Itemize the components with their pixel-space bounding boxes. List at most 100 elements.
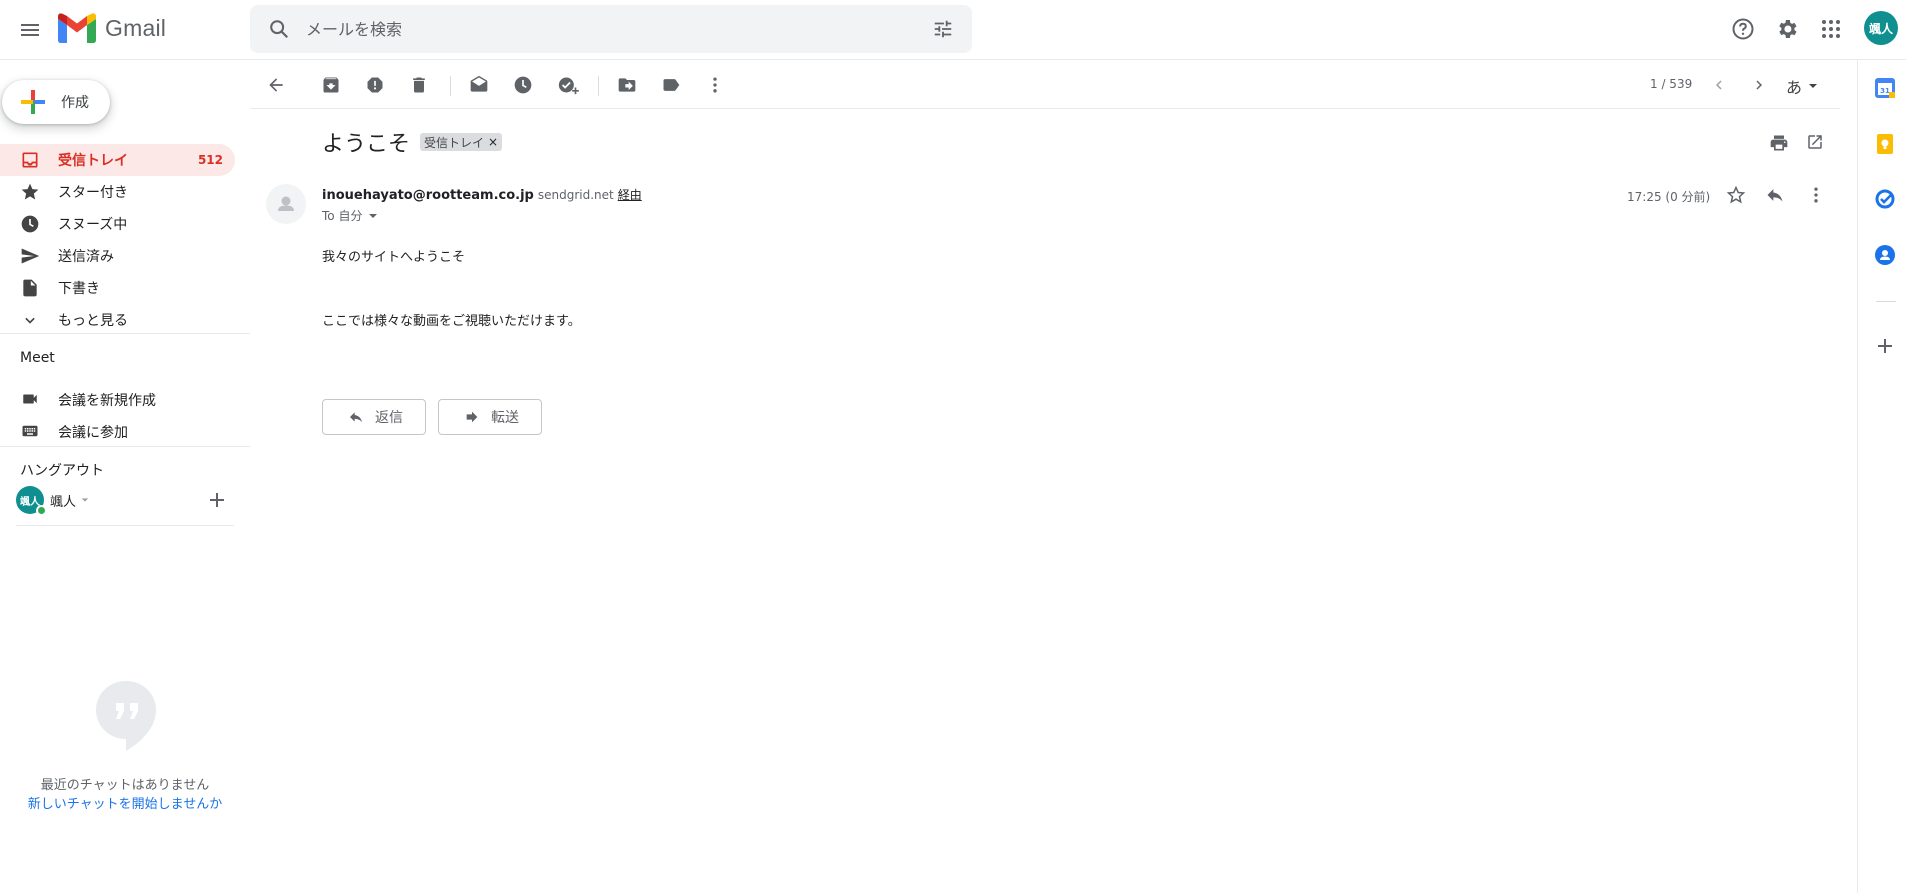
tasks-icon[interactable] — [1875, 189, 1895, 209]
sidebar-divider — [0, 333, 250, 334]
compose-plus-icon — [21, 90, 45, 114]
draft-icon — [20, 278, 40, 298]
recipient-details[interactable]: To 自分 — [322, 207, 378, 224]
forward-button[interactable]: 転送 — [438, 399, 542, 435]
open-new-window-icon[interactable] — [1806, 133, 1824, 151]
remove-label-icon[interactable]: × — [488, 135, 498, 149]
more-vert-icon[interactable] — [705, 75, 725, 95]
search-icon[interactable] — [268, 18, 290, 40]
online-status-dot — [36, 505, 47, 516]
new-meeting-label: 会議を新規作成 — [58, 393, 156, 409]
reply-button[interactable]: 返信 — [322, 399, 426, 435]
sidebar-item-snoozed[interactable]: スヌーズ中 — [0, 208, 235, 240]
mark-unread-icon[interactable] — [469, 75, 489, 95]
via-link[interactable]: 経由 — [618, 186, 642, 203]
contacts-icon[interactable] — [1875, 245, 1895, 265]
archive-icon[interactable] — [321, 75, 341, 95]
join-meeting-item[interactable]: 会議に参加 — [0, 415, 235, 447]
search-input[interactable] — [306, 13, 866, 45]
sidebar-item-drafts[interactable]: 下書き — [0, 272, 235, 304]
inbox-icon — [20, 150, 40, 170]
newer-chevron-left-icon[interactable] — [1710, 76, 1728, 94]
sender-line: inouehayato@rootteam.co.jp sendgrid.net … — [322, 186, 642, 203]
sidebar-item-label: 受信トレイ — [58, 153, 128, 169]
video-camera-icon — [20, 390, 40, 408]
sidebar-item-label: 下書き — [58, 281, 100, 297]
reply-arrow-icon[interactable] — [1765, 185, 1785, 205]
top-header: Gmail 颯人 — [0, 0, 1906, 60]
input-tools-button[interactable]: あ — [1786, 74, 1818, 98]
unread-count: 512 — [197, 153, 223, 167]
compose-label: 作成 — [61, 95, 89, 111]
search-bar[interactable] — [250, 5, 972, 53]
toolbar-divider — [450, 76, 451, 96]
toolbar-divider — [598, 76, 599, 96]
new-meeting-item[interactable]: 会議を新規作成 — [0, 383, 235, 415]
snooze-clock-icon[interactable] — [513, 75, 533, 95]
hangouts-section-title: ハングアウト — [20, 463, 104, 479]
message-toolbar: 1 / 539 あ — [250, 60, 1840, 109]
gmail-logo[interactable]: Gmail — [58, 13, 166, 43]
gmail-app: Gmail 颯人 作成 — [0, 0, 1906, 893]
hangouts-avatar-text: 颯人 — [20, 496, 40, 508]
add-chat-plus-icon[interactable] — [209, 492, 225, 508]
sidebar-item-label: 送信済み — [58, 249, 114, 265]
side-panel: 31 — [1857, 60, 1906, 893]
help-icon[interactable] — [1731, 17, 1755, 41]
sidebar-divider — [16, 525, 234, 526]
get-addons-plus-icon[interactable] — [1877, 338, 1893, 354]
keyboard-icon — [20, 422, 40, 440]
keep-notes-icon[interactable] — [1875, 134, 1895, 154]
print-icon[interactable] — [1769, 133, 1789, 153]
gmail-m-icon — [58, 13, 96, 43]
add-to-tasks-icon[interactable] — [557, 75, 579, 95]
side-panel-divider — [1876, 301, 1896, 302]
inbox-label-chip: 受信トレイ × — [420, 133, 503, 151]
svg-text:31: 31 — [1880, 87, 1890, 95]
sidebar-item-sent[interactable]: 送信済み — [0, 240, 235, 272]
move-to-folder-icon[interactable] — [617, 75, 637, 95]
sidebar-item-label: スター付き — [58, 185, 128, 201]
sidebar-item-starred[interactable]: スター付き — [0, 176, 235, 208]
forward-button-label: 転送 — [491, 410, 519, 426]
main-menu-icon[interactable] — [18, 18, 42, 42]
delete-trash-icon[interactable] — [409, 75, 429, 95]
reply-icon — [350, 412, 362, 423]
chat-bubble-icon — [95, 680, 157, 752]
no-recent-chats-text: 最近のチャットはありません — [40, 778, 210, 793]
star-outline-icon[interactable] — [1726, 185, 1746, 205]
calendar-icon[interactable]: 31 — [1875, 78, 1895, 98]
compose-button[interactable]: 作成 — [2, 80, 110, 124]
report-spam-icon[interactable] — [365, 75, 385, 95]
back-arrow-icon[interactable] — [266, 75, 286, 95]
via-domain: sendgrid.net — [537, 188, 614, 202]
sidebar-item-inbox[interactable]: 受信トレイ 512 — [0, 144, 235, 176]
account-avatar[interactable]: 颯人 — [1864, 11, 1898, 45]
caret-down-icon — [81, 498, 89, 502]
apps-grid-icon[interactable] — [1819, 17, 1843, 41]
message-subject: ようこそ — [322, 132, 411, 157]
message-more-vert-icon[interactable] — [1806, 185, 1826, 205]
sender-avatar[interactable] — [266, 184, 306, 224]
recipient-text: To 自分 — [322, 209, 363, 223]
sidebar-divider — [0, 446, 250, 447]
search-options-icon[interactable] — [932, 18, 954, 40]
input-language-label: あ — [1786, 78, 1803, 97]
label-tag-icon[interactable] — [661, 75, 681, 95]
hangouts-user-name: 颯人 — [50, 494, 77, 510]
star-icon — [20, 182, 40, 202]
message-time: 17:25 (0 分前) — [1627, 190, 1711, 204]
sidebar-item-more[interactable]: もっと見る — [0, 304, 235, 336]
hangouts-user[interactable]: 颯人 颯人 — [16, 486, 89, 516]
hangouts-avatar: 颯人 — [16, 486, 47, 516]
label-chip-text: 受信トレイ — [424, 135, 485, 150]
settings-gear-icon[interactable] — [1775, 17, 1799, 41]
start-new-chat-link[interactable]: 新しいチャットを開始しませんか — [0, 793, 250, 812]
sender-email[interactable]: inouehayato@rootteam.co.jp — [322, 188, 534, 203]
meet-section-title: Meet — [20, 350, 55, 366]
message-body-line-1: 我々のサイトへようこそ — [322, 250, 466, 265]
reply-button-label: 返信 — [375, 410, 403, 426]
join-meeting-label: 会議に参加 — [58, 425, 128, 441]
older-chevron-right-icon[interactable] — [1750, 76, 1768, 94]
send-icon — [20, 246, 40, 266]
